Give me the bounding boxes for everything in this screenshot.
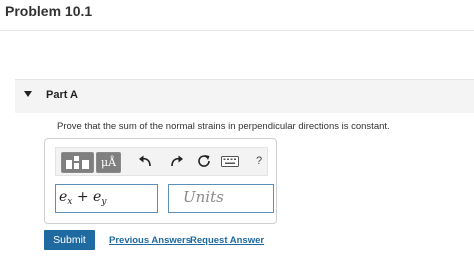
undo-icon[interactable] — [137, 153, 153, 169]
units-placeholder: Units — [183, 188, 224, 206]
previous-answers-link[interactable]: Previous Answers — [109, 235, 191, 246]
templates-button[interactable] — [61, 152, 94, 173]
divider — [0, 30, 474, 31]
keyboard-icon[interactable] — [220, 153, 240, 169]
problem-title: Problem 10.1 — [5, 3, 93, 19]
part-header[interactable]: Part A — [15, 79, 474, 113]
expression-input[interactable]: ex + ey — [55, 184, 158, 213]
units-button[interactable]: μÅ — [96, 152, 121, 173]
request-answer-link[interactable]: Request Answer — [190, 235, 264, 246]
part-label: Part A — [46, 89, 78, 101]
question-text: Prove that the sum of the normal strains… — [57, 121, 390, 132]
units-input[interactable]: Units — [168, 184, 274, 213]
collapse-triangle-icon[interactable] — [24, 91, 32, 97]
templates-icon — [65, 155, 91, 170]
redo-icon[interactable] — [169, 153, 185, 169]
answer-box: μÅ ? ex + ey Units — [44, 138, 277, 224]
help-icon[interactable]: ? — [251, 153, 267, 169]
submit-button[interactable]: Submit — [44, 230, 95, 250]
math-toolbar: μÅ ? — [55, 147, 268, 176]
expression-value: ex + ey — [59, 189, 107, 207]
reset-icon[interactable] — [196, 153, 212, 169]
